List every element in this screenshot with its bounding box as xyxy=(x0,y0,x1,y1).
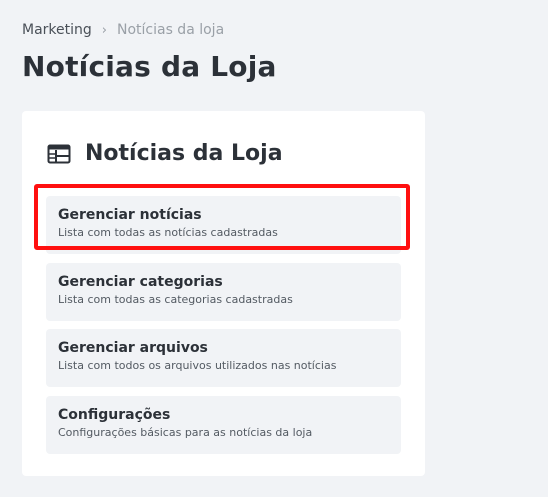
breadcrumb-current: Notícias da loja xyxy=(116,22,225,38)
card-title: Notícias da Loja xyxy=(85,141,283,166)
card-header: Notícias da Loja xyxy=(47,141,283,166)
menu-item-title: Gerenciar arquivos xyxy=(58,340,208,356)
menu-item-title: Gerenciar categorias xyxy=(58,274,223,290)
chevron-right-icon: › xyxy=(101,22,107,38)
table-layout-icon xyxy=(47,144,71,164)
menu-item-manage-news[interactable]: Gerenciar notícias Lista com todas as no… xyxy=(46,196,401,254)
store-news-card: Notícias da Loja Gerenciar notícias List… xyxy=(22,111,425,476)
menu-item-manage-categories[interactable]: Gerenciar categorias Lista com todas as … xyxy=(46,263,401,321)
menu-item-title: Gerenciar notícias xyxy=(58,207,202,223)
page-title: Notícias da Loja xyxy=(22,50,277,83)
menu-item-description: Configurações básicas para as notícias d… xyxy=(58,426,313,439)
menu-item-description: Lista com todas as categorias cadastrada… xyxy=(58,293,293,306)
menu-item-manage-files[interactable]: Gerenciar arquivos Lista com todos os ar… xyxy=(46,329,401,387)
menu-item-description: Lista com todas as notícias cadastradas xyxy=(58,226,278,239)
breadcrumb: Marketing › Notícias da loja xyxy=(22,22,224,38)
breadcrumb-link-marketing[interactable]: Marketing xyxy=(22,22,92,38)
menu-item-title: Configurações xyxy=(58,407,171,423)
menu-item-description: Lista com todos os arquivos utilizados n… xyxy=(58,359,337,372)
menu-item-settings[interactable]: Configurações Configurações básicas para… xyxy=(46,396,401,454)
